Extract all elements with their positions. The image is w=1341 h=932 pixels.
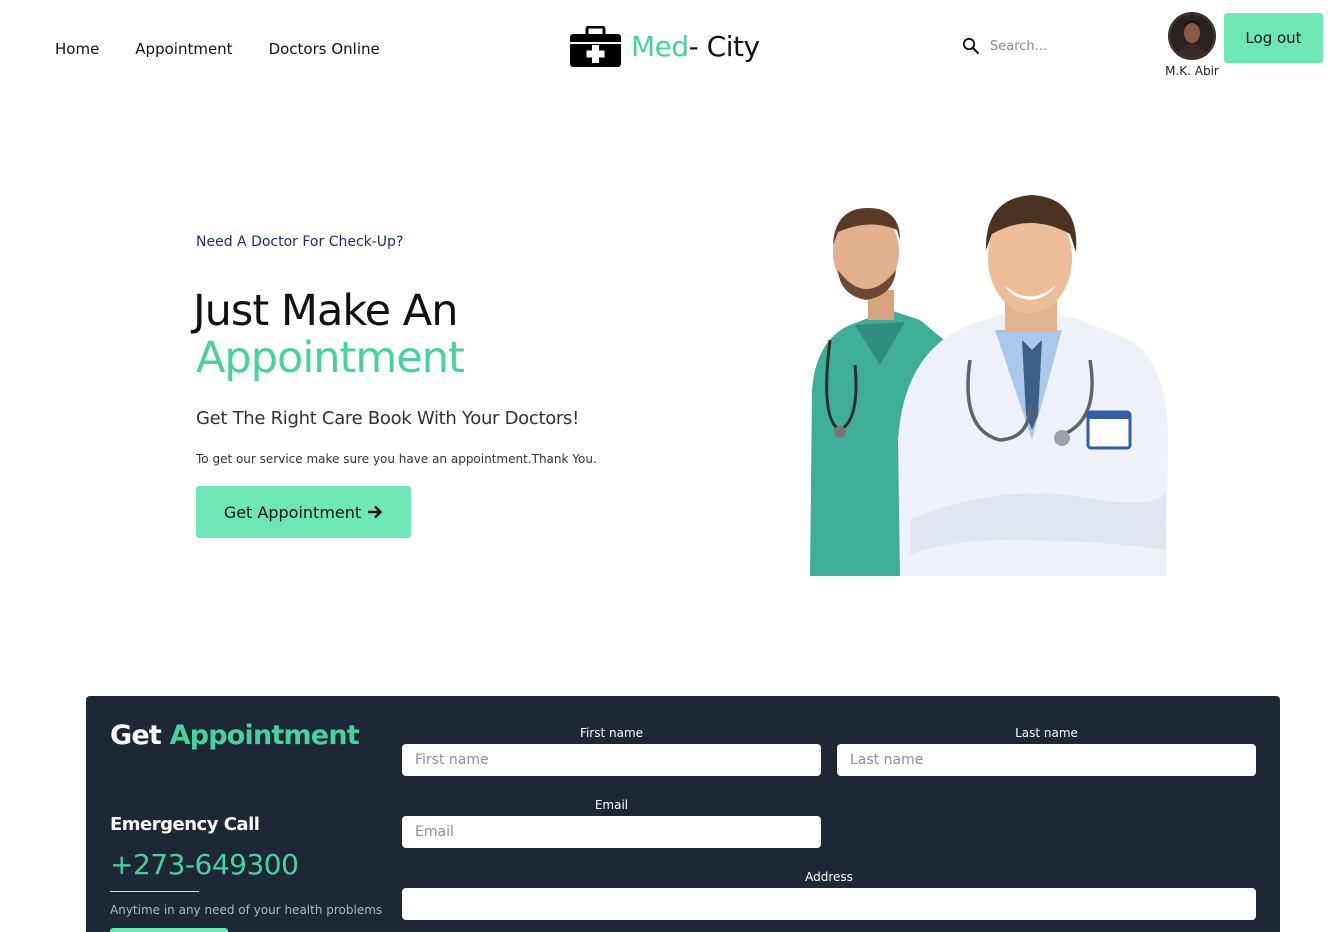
- hero-title-line2: Appointment: [196, 333, 465, 383]
- arrow-right-icon: [368, 505, 383, 519]
- nav-home-link[interactable]: Home: [55, 40, 99, 58]
- emergency-divider: [110, 891, 199, 892]
- last-name-label: Last name: [1015, 726, 1078, 740]
- get-appointment-button[interactable]: Get Appointment: [196, 486, 411, 538]
- hero-title-line1: Just Make An: [193, 286, 458, 336]
- logout-button[interactable]: Log out: [1224, 13, 1323, 63]
- nav-links: Home Appointment Doctors Online: [55, 40, 380, 58]
- hero-kicker: Need A Doctor For Check-Up?: [196, 234, 404, 250]
- brand-logo[interactable]: Med- City: [570, 26, 760, 67]
- address-label: Address: [805, 870, 853, 884]
- hero-description: To get our service make sure you have an…: [196, 452, 597, 466]
- first-name-field[interactable]: [402, 744, 821, 776]
- address-field[interactable]: [402, 888, 1256, 920]
- nav-doctors-online-link[interactable]: Doctors Online: [269, 40, 380, 58]
- appointment-title-part2: Appointment: [169, 720, 360, 751]
- appointment-panel: Get Appointment Emergency Call +273-6493…: [86, 696, 1280, 932]
- email-label: Email: [594, 798, 629, 812]
- appointment-title-part1: Get: [110, 720, 162, 751]
- emergency-call-title: Emergency Call: [110, 814, 260, 835]
- appointment-title: Get Appointment: [110, 720, 360, 751]
- last-name-field[interactable]: [837, 744, 1256, 776]
- avatar[interactable]: [1168, 12, 1216, 60]
- user-profile[interactable]: M.K. Abir: [1162, 12, 1222, 78]
- get-appointment-label: Get Appointment: [223, 502, 362, 522]
- first-name-label: First name: [579, 726, 644, 740]
- hero-subtitle: Get The Right Care Book With Your Doctor…: [196, 408, 580, 429]
- user-name: M.K. Abir: [1165, 64, 1219, 78]
- doctors-image: [810, 195, 1169, 576]
- emergency-phone[interactable]: +273-649300: [110, 848, 299, 881]
- search-input[interactable]: [990, 38, 1130, 54]
- avatar-image: [1170, 14, 1214, 58]
- emergency-note: Anytime in any need of your health probl…: [110, 903, 383, 917]
- nav-appointment-link[interactable]: Appointment: [135, 40, 232, 58]
- hero-title: Just Make An Appointment: [193, 286, 465, 383]
- brand-name-part2: - City: [688, 30, 760, 63]
- brand-name: Med- City: [631, 30, 760, 63]
- brand-name-part1: Med: [631, 30, 689, 63]
- search-icon[interactable]: [962, 37, 980, 55]
- emergency-button[interactable]: [110, 928, 228, 932]
- top-nav: Home Appointment Doctors Online Med- Cit…: [0, 0, 1341, 100]
- search-box: [962, 37, 1130, 55]
- medical-kit-icon: [570, 26, 621, 67]
- email-field[interactable]: [402, 816, 821, 848]
